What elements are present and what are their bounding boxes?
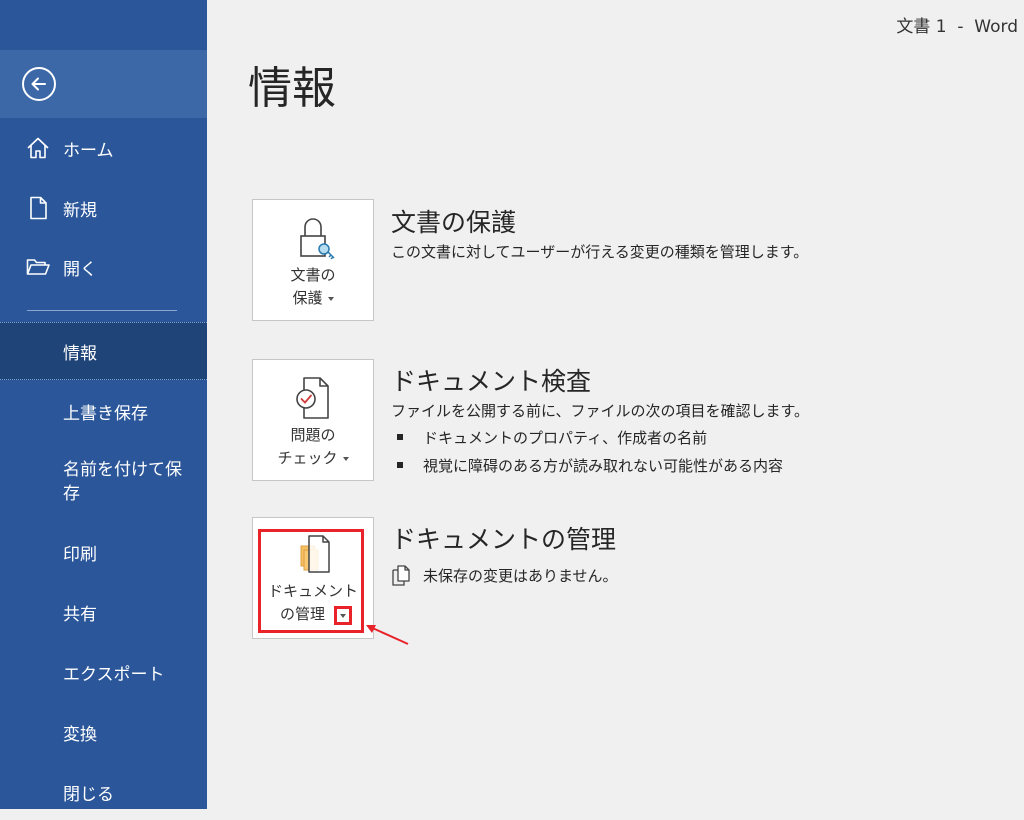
card-label: ドキュメント の管理: [253, 580, 373, 626]
dropdown-caret-icon: [340, 614, 346, 618]
home-icon: [27, 137, 49, 159]
card-label-line1: ドキュメント: [267, 582, 358, 600]
back-button[interactable]: [22, 67, 56, 101]
sidebar-item-label: 情報: [63, 343, 97, 364]
back-arrow-icon: [31, 77, 46, 91]
section-title: ドキュメント検査: [391, 367, 592, 396]
new-document-icon: [30, 196, 47, 220]
card-label-line2: の管理: [280, 605, 326, 623]
document-check-icon: [296, 377, 329, 419]
sidebar-item-label: 変換: [63, 724, 97, 745]
dropdown-caret-icon: [327, 296, 334, 301]
card-label-line2-wrap: 保護: [253, 287, 373, 310]
sidebar-item-export[interactable]: エクスポート: [0, 644, 207, 700]
sidebar-item-label: 印刷: [63, 544, 97, 565]
status-text: 未保存の変更はありません。: [423, 566, 618, 585]
sidebar-item-save[interactable]: 上書き保存: [0, 383, 207, 439]
annotation-arrow-icon: [366, 625, 409, 645]
bullet-item: 視覚に障碍のある方が読み取れない可能性がある内容: [397, 455, 783, 476]
section-title: 文書の保護: [391, 208, 517, 237]
card-label: 問題の チェック: [253, 424, 373, 470]
protect-document-button[interactable]: 文書の 保護: [252, 199, 374, 321]
bullet-square-icon: [397, 461, 403, 468]
bullet-text: 視覚に障碍のある方が読み取れない可能性がある内容: [423, 457, 784, 475]
sidebar-item-label: 新規: [63, 200, 97, 221]
bullet-square-icon: [397, 433, 403, 440]
sidebar-item-new[interactable]: 新規: [0, 180, 207, 236]
page-title: 情報: [248, 63, 336, 114]
card-label-line2-wrap: の管理: [253, 603, 373, 626]
check-issues-button[interactable]: 問題の チェック: [252, 359, 374, 481]
folder-open-icon: [26, 259, 50, 275]
sidebar-item-save-as[interactable]: 名前を付けて保存: [0, 450, 207, 514]
backstage-sidebar: ホーム 新規 開く 情報 上書き保存 名前を付けて保存 印刷 共有 エクスポート…: [0, 0, 207, 809]
bullet-text: ドキュメントのプロパティ、作成者の名前: [423, 429, 708, 447]
sidebar-item-close[interactable]: 閉じる: [0, 764, 207, 820]
sidebar-item-label: ホーム: [63, 140, 114, 161]
dropdown-caret-icon: [342, 456, 349, 461]
card-label-line2: チェック: [277, 449, 338, 467]
bullet-item: ドキュメントのプロパティ、作成者の名前: [397, 427, 707, 448]
sidebar-item-convert[interactable]: 変換: [0, 704, 207, 760]
manage-document-button[interactable]: ドキュメント の管理: [252, 517, 374, 639]
sidebar-item-home[interactable]: ホーム: [0, 120, 207, 176]
card-label-line1: 問題の: [290, 426, 336, 444]
sidebar-item-label: 開く: [63, 259, 97, 280]
sidebar-item-print[interactable]: 印刷: [0, 524, 207, 580]
section-title: ドキュメントの管理: [391, 525, 617, 554]
card-label-line2: 保護: [292, 289, 323, 307]
document-copies-icon: [392, 565, 410, 586]
sidebar-item-label: 閉じる: [63, 784, 114, 805]
sidebar-item-info[interactable]: 情報: [0, 322, 207, 380]
sidebar-item-label: 名前を付けて保存: [63, 460, 182, 504]
sidebar-item-label: 上書き保存: [63, 403, 148, 424]
back-area: [0, 50, 207, 118]
section-description: この文書に対してユーザーが行える変更の種類を管理します。: [391, 243, 809, 261]
lock-key-icon: [300, 218, 335, 260]
window-title: 文書 1 - Word: [896, 17, 1018, 37]
sidebar-item-share[interactable]: 共有: [0, 584, 207, 640]
card-label: 文書の 保護: [253, 264, 373, 310]
section-description: ファイルを公開する前に、ファイルの次の項目を確認します。: [391, 402, 810, 420]
card-label-line1: 文書の: [290, 266, 336, 284]
sidebar-divider: [27, 310, 177, 311]
manage-document-dropdown[interactable]: [334, 606, 352, 625]
card-label-line2-wrap: チェック: [253, 447, 373, 470]
sidebar-item-label: エクスポート: [63, 664, 165, 685]
sidebar-item-open[interactable]: 開く: [0, 239, 207, 295]
status-line: 未保存の変更はありません。: [391, 564, 618, 586]
sidebar-item-label: 共有: [63, 604, 97, 625]
